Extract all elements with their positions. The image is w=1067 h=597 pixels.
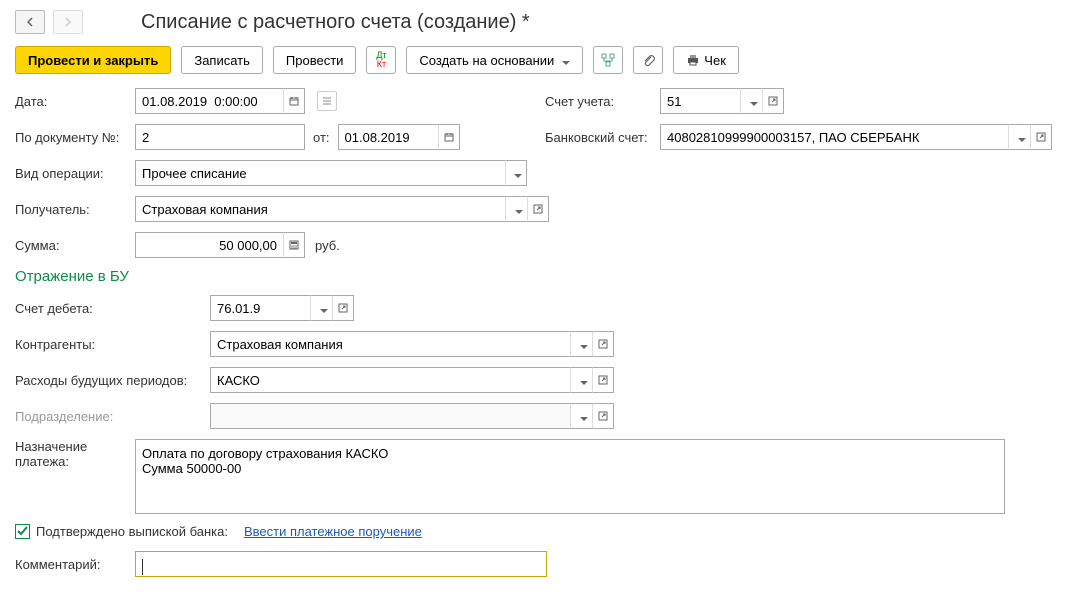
post-button[interactable]: Провести bbox=[273, 46, 357, 74]
account-dropdown-button[interactable] bbox=[740, 88, 762, 114]
confirmed-checkbox[interactable] bbox=[15, 524, 30, 539]
text-cursor bbox=[142, 559, 143, 575]
dept-dropdown-button[interactable] bbox=[570, 403, 592, 429]
bank-account-label: Банковский счет: bbox=[545, 130, 660, 145]
doc-from-label: от: bbox=[313, 130, 330, 145]
date-calendar-button[interactable] bbox=[283, 88, 305, 114]
doc-from-calendar-button[interactable] bbox=[438, 124, 460, 150]
recipient-input[interactable] bbox=[135, 196, 505, 222]
chevron-down-icon bbox=[1014, 130, 1026, 145]
recipient-dropdown-button[interactable] bbox=[505, 196, 527, 222]
save-button[interactable]: Записать bbox=[181, 46, 263, 74]
open-icon bbox=[598, 411, 608, 421]
calendar-icon bbox=[289, 96, 299, 106]
arrow-left-icon bbox=[25, 17, 35, 27]
bank-account-input[interactable] bbox=[660, 124, 1008, 150]
bank-account-open-button[interactable] bbox=[1030, 124, 1052, 150]
post-close-button[interactable]: Провести и закрыть bbox=[15, 46, 171, 74]
rbp-label: Расходы будущих периодов: bbox=[15, 373, 210, 388]
printer-icon bbox=[686, 53, 700, 67]
dept-label: Подразделение: bbox=[15, 409, 210, 424]
cheque-button[interactable]: Чек bbox=[673, 46, 739, 74]
open-icon bbox=[598, 375, 608, 385]
recipient-open-button[interactable] bbox=[527, 196, 549, 222]
open-icon bbox=[533, 204, 543, 214]
forward-button[interactable] bbox=[53, 10, 83, 34]
date-extra-button[interactable] bbox=[317, 91, 337, 111]
sum-label: Сумма: bbox=[15, 238, 135, 253]
chevron-down-icon bbox=[510, 166, 522, 181]
rbp-input[interactable] bbox=[210, 367, 570, 393]
open-icon bbox=[768, 96, 778, 106]
recipient-label: Получатель: bbox=[15, 202, 135, 217]
chevron-down-icon bbox=[576, 373, 588, 388]
date-label: Дата: bbox=[15, 94, 135, 109]
op-type-input[interactable] bbox=[135, 160, 505, 186]
debit-input[interactable] bbox=[210, 295, 310, 321]
create-based-button[interactable]: Создать на основании bbox=[406, 46, 583, 74]
rbp-dropdown-button[interactable] bbox=[570, 367, 592, 393]
dtk-button[interactable]: ДтКт bbox=[366, 46, 396, 74]
dtk-icon: ДтКт bbox=[376, 51, 386, 69]
doc-num-input[interactable] bbox=[135, 124, 305, 150]
purpose-textarea[interactable] bbox=[135, 439, 1005, 514]
comment-input[interactable] bbox=[135, 551, 547, 577]
paperclip-icon bbox=[641, 53, 655, 67]
payment-order-link[interactable]: Ввести платежное поручение bbox=[244, 524, 422, 539]
date-input[interactable] bbox=[135, 88, 283, 114]
contr-open-button[interactable] bbox=[592, 331, 614, 357]
purpose-label: Назначение платежа: bbox=[15, 439, 135, 469]
create-based-label: Создать на основании bbox=[419, 53, 554, 68]
chevron-down-icon bbox=[558, 53, 570, 68]
structure-button[interactable] bbox=[593, 46, 623, 74]
account-input[interactable] bbox=[660, 88, 740, 114]
rbp-open-button[interactable] bbox=[592, 367, 614, 393]
chevron-down-icon bbox=[316, 301, 328, 316]
page-title: Списание с расчетного счета (создание) * bbox=[141, 11, 530, 34]
debit-dropdown-button[interactable] bbox=[310, 295, 332, 321]
sum-currency: руб. bbox=[315, 238, 340, 253]
doc-from-input[interactable] bbox=[338, 124, 438, 150]
account-open-button[interactable] bbox=[762, 88, 784, 114]
calendar-icon bbox=[444, 132, 454, 142]
dept-input[interactable] bbox=[210, 403, 570, 429]
comment-label: Комментарий: bbox=[15, 557, 135, 572]
open-icon bbox=[598, 339, 608, 349]
open-icon bbox=[338, 303, 348, 313]
chevron-down-icon bbox=[576, 409, 588, 424]
account-label: Счет учета: bbox=[545, 94, 660, 109]
bank-account-dropdown-button[interactable] bbox=[1008, 124, 1030, 150]
section-title: Отражение в БУ bbox=[15, 268, 1052, 285]
contr-dropdown-button[interactable] bbox=[570, 331, 592, 357]
contr-label: Контрагенты: bbox=[15, 337, 210, 352]
chevron-down-icon bbox=[576, 337, 588, 352]
sum-calc-button[interactable] bbox=[283, 232, 305, 258]
attach-button[interactable] bbox=[633, 46, 663, 74]
cheque-label: Чек bbox=[704, 53, 726, 68]
contr-input[interactable] bbox=[210, 331, 570, 357]
chevron-down-icon bbox=[746, 94, 758, 109]
calculator-icon bbox=[289, 240, 299, 250]
dept-open-button[interactable] bbox=[592, 403, 614, 429]
check-icon bbox=[17, 526, 28, 537]
doc-num-label: По документу №: bbox=[15, 130, 135, 145]
back-button[interactable] bbox=[15, 10, 45, 34]
structure-icon bbox=[601, 53, 615, 67]
op-type-dropdown-button[interactable] bbox=[505, 160, 527, 186]
sum-input[interactable] bbox=[135, 232, 283, 258]
debit-open-button[interactable] bbox=[332, 295, 354, 321]
list-icon bbox=[322, 96, 332, 106]
op-type-label: Вид операции: bbox=[15, 166, 135, 181]
debit-label: Счет дебета: bbox=[15, 301, 210, 316]
confirmed-label: Подтверждено выпиской банка: bbox=[36, 524, 228, 539]
arrow-right-icon bbox=[63, 17, 73, 27]
open-icon bbox=[1036, 132, 1046, 142]
chevron-down-icon bbox=[511, 202, 523, 217]
